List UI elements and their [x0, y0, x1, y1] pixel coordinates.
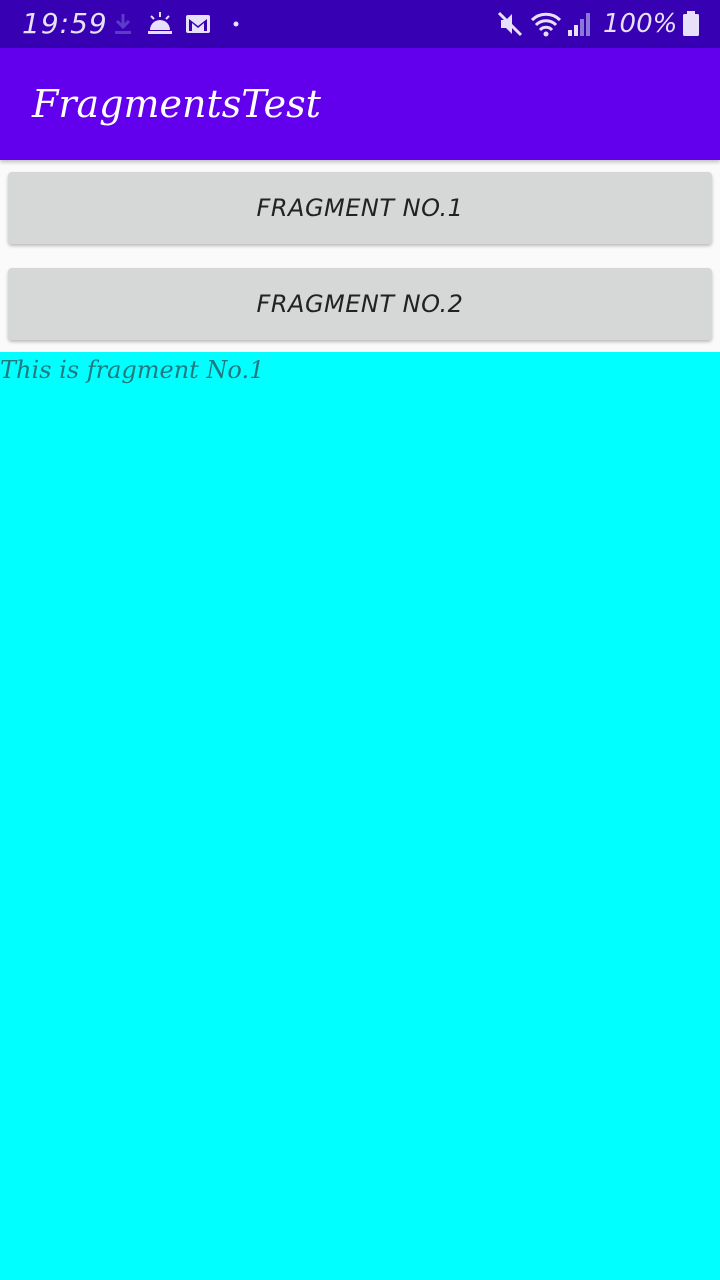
wifi-icon: [530, 12, 562, 37]
fragment-text: This is fragment No.1: [0, 356, 265, 384]
signal-icon: [568, 13, 590, 36]
download-icon: [115, 14, 131, 34]
battery-percent: 100%: [603, 9, 678, 39]
status-time: 19:59: [22, 7, 108, 40]
weather-sunrise-icon: [148, 12, 172, 34]
app-screen: 19:59 100% FragmentsTest FRAGMENT NO.1 F…: [0, 0, 720, 1280]
app-bar: FragmentsTest: [0, 48, 720, 160]
status-bar: 19:59 100%: [0, 0, 720, 48]
fragment-1-button[interactable]: FRAGMENT NO.1: [8, 172, 712, 244]
gmail-icon: [186, 15, 210, 33]
fragment-container: This is fragment No.1: [0, 352, 720, 1280]
notification-dot-icon: [233, 21, 239, 27]
fragment-2-button[interactable]: FRAGMENT NO.2: [8, 268, 712, 340]
app-title: FragmentsTest: [32, 82, 321, 126]
battery-icon: [683, 11, 699, 36]
mute-icon: [497, 11, 523, 37]
